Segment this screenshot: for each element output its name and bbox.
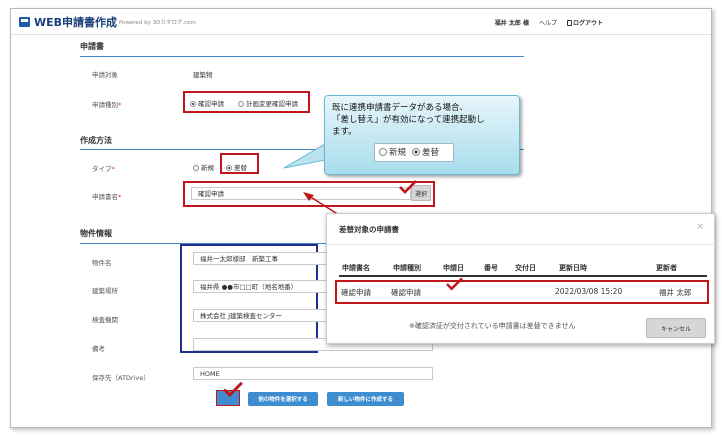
column-header: 更新者 [656, 264, 677, 272]
save-location-input[interactable]: HOME [193, 367, 433, 380]
callout-line: 既に連携申請書データがある場合、 [332, 103, 469, 113]
column-header: 申請書名 [342, 264, 370, 272]
table-header-divider [339, 275, 707, 277]
column-header: 申請種別 [393, 264, 421, 272]
column-header: 交付日 [515, 264, 536, 272]
type-option-change[interactable]: 計画変更確認申請 [238, 98, 298, 108]
callout-radio-sample: 新規 差替 [374, 143, 454, 162]
cell-updated-at[interactable]: 2022/03/08 15:20 [555, 287, 622, 296]
help-link[interactable]: ヘルプ [539, 18, 557, 27]
close-icon[interactable]: × [696, 222, 704, 232]
checkmark-icon [446, 277, 463, 291]
target-value: 建築物 [193, 71, 213, 79]
user-name: 福井 太郎 様 [494, 20, 529, 27]
column-header: 申請日 [443, 264, 464, 272]
column-header: 更新日時 [559, 264, 587, 272]
cell-doc-name[interactable]: 確認申請 [341, 287, 371, 298]
logout-link[interactable]: ログアウト [566, 18, 603, 27]
section-title-application: 申請書 [80, 42, 104, 51]
dialog-divider [327, 244, 714, 245]
callout-bubble: 既に連携申請書データがある場合、 「差し替え」が有効になって連携起動し ます。 … [324, 95, 520, 175]
note-label: 備考 [92, 345, 105, 353]
radio-unchecked-icon[interactable] [238, 101, 244, 107]
radio-unchecked-icon[interactable] [193, 165, 199, 171]
powered-by: Powered by 3Dカタログ.com [119, 20, 196, 26]
checkmark-icon [223, 381, 243, 398]
app-header: WEB申請書作成 Powered by 3Dカタログ.com 福井 太郎 様 ヘ… [11, 9, 711, 35]
kind-option-new[interactable]: 新規 [193, 162, 214, 172]
dialog-note: ※確認済証が交付されている申請書は差替できません [409, 322, 576, 330]
replace-target-dialog: 差替対象の申請書 × 申請書名 申請種別 申請日 番号 交付日 更新日時 更新者… [326, 213, 715, 344]
property-name-label: 物件名 [92, 259, 112, 267]
location-label: 建築場所 [92, 287, 118, 295]
column-header: 番号 [484, 264, 498, 272]
section-title-property: 物件情報 [80, 229, 112, 238]
agency-label: 検査機関 [92, 316, 118, 324]
section-divider [80, 56, 524, 57]
radio-unchecked-icon [379, 147, 387, 156]
save-location-label: 保存先（ATDrive） [92, 374, 150, 382]
lock-icon [566, 20, 572, 26]
radio-checked-icon[interactable] [190, 101, 196, 107]
target-label: 申請対象 [92, 71, 118, 79]
cell-doc-type[interactable]: 確認申請 [391, 287, 421, 298]
app-title: WEB申請書作成 [34, 16, 118, 29]
kind-option-replace[interactable]: 差替 [226, 162, 247, 172]
kind-label: タイプ* [92, 165, 115, 173]
radio-checked-icon[interactable] [226, 165, 232, 171]
app-logo-icon [19, 17, 30, 27]
cell-updated-by[interactable]: 福井 太郎 [659, 287, 691, 298]
type-label: 申請種別* [92, 101, 122, 109]
select-other-property-button[interactable]: 他の物件を選択する [248, 392, 318, 406]
callout-line: 「差し替え」が有効になって連携起動し [332, 115, 485, 125]
dialog-title: 差替対象の申請書 [339, 225, 399, 234]
type-option-confirm[interactable]: 確認申請 [190, 98, 224, 108]
section-title-method: 作成方法 [80, 136, 112, 145]
cancel-button[interactable]: キャンセル [646, 318, 706, 338]
callout-line: ます。 [332, 127, 357, 137]
docname-label: 申請書名* [92, 193, 122, 201]
create-new-property-button[interactable]: 新しい物件に作成する [327, 392, 404, 406]
radio-checked-icon [412, 147, 421, 156]
